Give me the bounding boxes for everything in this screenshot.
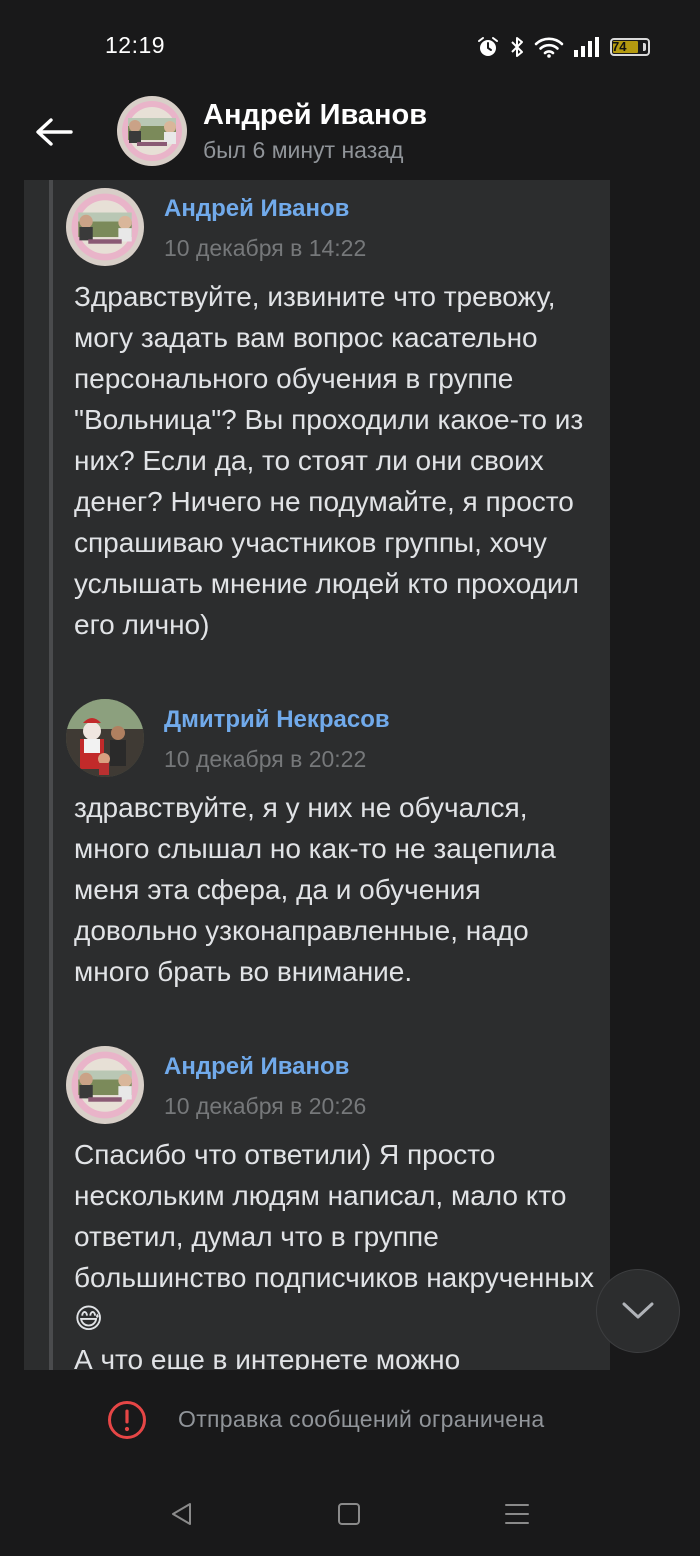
message-text: Здравствуйте, извините что тревожу, могу… bbox=[74, 281, 584, 640]
alert-circle-icon bbox=[107, 1400, 147, 1440]
nav-menu-button[interactable] bbox=[497, 1494, 537, 1534]
chevron-down-icon bbox=[622, 1302, 654, 1319]
message-author[interactable]: Андрей Иванов bbox=[164, 1053, 349, 1081]
avatar[interactable] bbox=[66, 1046, 144, 1124]
signal-icon bbox=[573, 36, 601, 58]
contact-name[interactable]: Андрей Иванов bbox=[203, 99, 427, 132]
avatar[interactable] bbox=[117, 96, 187, 166]
bluetooth-icon bbox=[509, 35, 525, 59]
message-date: 10 декабря в 20:22 bbox=[164, 746, 367, 772]
wifi-icon bbox=[534, 36, 564, 58]
avatar[interactable] bbox=[66, 699, 144, 777]
triangle-back-icon bbox=[172, 1503, 191, 1525]
battery-icon: 74 bbox=[610, 38, 650, 56]
battery-level: 74 bbox=[612, 39, 627, 54]
chat-header: Андрей Иванов был 6 минут назад bbox=[0, 90, 700, 178]
message-author[interactable]: Андрей Иванов bbox=[164, 195, 349, 223]
message-author[interactable]: Дмитрий Некрасов bbox=[164, 706, 390, 734]
restricted-message: Отправка сообщений ограничена bbox=[178, 1406, 545, 1432]
last-seen-status: был 6 минут назад bbox=[203, 137, 404, 163]
nav-home-button[interactable] bbox=[329, 1494, 369, 1534]
system-nav-bar bbox=[0, 1470, 700, 1556]
status-time: 12:19 bbox=[105, 32, 166, 58]
status-icons: 74 bbox=[476, 33, 650, 61]
menu-icon bbox=[505, 1504, 529, 1524]
quote-bar bbox=[49, 180, 53, 1370]
arrow-left-icon bbox=[36, 118, 73, 146]
message-text: Спасибо что ответили) Я просто нескольки… bbox=[74, 1139, 594, 1370]
status-bar: 12:19 74 bbox=[0, 0, 700, 90]
back-button[interactable] bbox=[28, 106, 80, 158]
scroll-down-button[interactable] bbox=[596, 1269, 680, 1353]
square-home-icon bbox=[338, 1503, 360, 1525]
messaging-restricted-bar: Отправка сообщений ограничена bbox=[0, 1370, 700, 1470]
message-date: 10 декабря в 20:26 bbox=[164, 1093, 367, 1119]
forwarded-messages-card: Андрей Иванов 10 декабря в 14:22 Здравст… bbox=[24, 180, 610, 1370]
message-text: здравствуйте, я у них не обучался, много… bbox=[74, 792, 556, 987]
nav-back-button[interactable] bbox=[162, 1494, 202, 1534]
alarm-icon bbox=[476, 35, 500, 59]
message-date: 10 декабря в 14:22 bbox=[164, 235, 367, 261]
avatar[interactable] bbox=[66, 188, 144, 266]
